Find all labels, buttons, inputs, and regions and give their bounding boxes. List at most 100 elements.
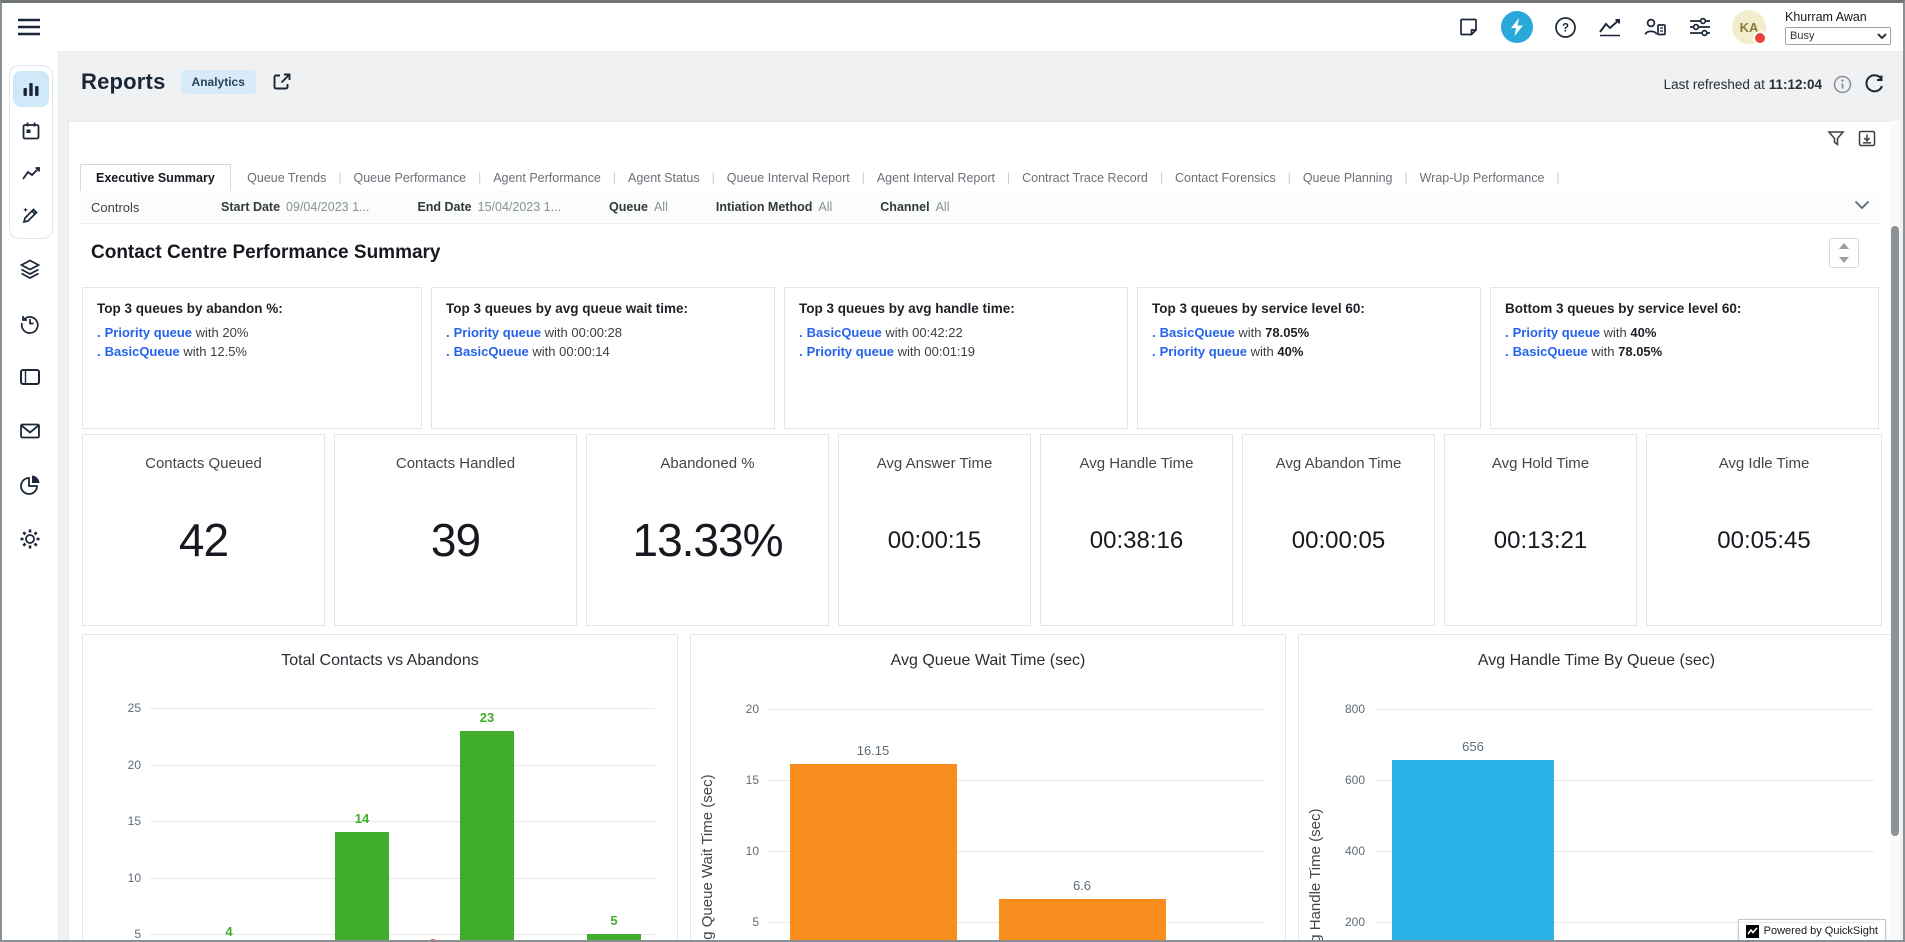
y-tick-label: 10 xyxy=(691,844,759,858)
tab-queue-planning[interactable]: Queue Planning xyxy=(1292,165,1404,191)
external-link-icon[interactable] xyxy=(271,71,293,93)
refresh-icon[interactable] xyxy=(1863,73,1885,95)
chart-title: Total Contacts vs Abandons xyxy=(83,652,677,670)
tab-agent-interval-report[interactable]: Agent Interval Report xyxy=(866,165,1006,191)
filter-funnel-icon[interactable] xyxy=(1827,130,1845,147)
bar-data-label: 14 xyxy=(322,811,402,826)
queue-link[interactable]: BasicQueue xyxy=(105,344,180,359)
controls-label: Controls xyxy=(91,200,221,215)
insight-connector: with xyxy=(1235,325,1265,340)
insight-connector: with xyxy=(1600,325,1630,340)
queue-link[interactable]: Priority queue xyxy=(454,325,541,340)
insight-card: Top 3 queues by abandon %:.Priority queu… xyxy=(82,287,422,429)
export-icon[interactable] xyxy=(1858,130,1876,147)
flash-insights-icon[interactable] xyxy=(1501,11,1533,43)
y-tick-label: 15 xyxy=(691,773,759,787)
sidebar-secondary-group xyxy=(9,251,51,557)
tab-queue-trends[interactable]: Queue Trends xyxy=(236,165,337,191)
sidebar-item-history[interactable] xyxy=(12,305,48,341)
kpi-value: 00:13:21 xyxy=(1445,527,1636,555)
kpi-card-avg-hold-time: Avg Hold Time 00:13:21 xyxy=(1444,434,1637,626)
insight-item: .Priority queue with 00:00:28 xyxy=(446,323,760,342)
sidebar-item-calendar[interactable] xyxy=(13,113,49,149)
queue-link[interactable]: BasicQueue xyxy=(1160,325,1235,340)
insight-card-title: Top 3 queues by service level 60: xyxy=(1152,301,1466,316)
sidebar-item-layers[interactable] xyxy=(12,251,48,287)
control-filter-value: All xyxy=(654,200,668,214)
queue-link[interactable]: BasicQueue xyxy=(454,344,529,359)
busy-status-dot xyxy=(1753,31,1767,45)
control-filter-intiation-method[interactable]: Intiation MethodAll xyxy=(716,200,832,214)
kpi-label: Abandoned % xyxy=(587,455,828,472)
calendar-icon xyxy=(21,121,41,141)
y-tick-label: 5 xyxy=(83,927,141,941)
spinner-up-icon[interactable] xyxy=(1830,239,1858,253)
tab-contact-forensics[interactable]: Contact Forensics xyxy=(1164,165,1287,191)
sidebar-item-settings[interactable] xyxy=(12,521,48,557)
last-refreshed-prefix: Last refreshed at xyxy=(1664,77,1765,92)
sidebar-item-metrics[interactable] xyxy=(13,155,49,191)
insight-connector: with xyxy=(1247,344,1277,359)
chart-bar[interactable] xyxy=(460,731,514,942)
filter-sliders-icon[interactable] xyxy=(1687,14,1713,40)
insight-value: 20% xyxy=(222,325,248,340)
tab-agent-performance[interactable]: Agent Performance xyxy=(482,165,612,191)
queue-link[interactable]: Priority queue xyxy=(105,325,192,340)
kpi-label: Avg Handle Time xyxy=(1041,455,1232,472)
controls-bar: Controls Start Date09/04/2023 1... End Da… xyxy=(80,191,1880,224)
tab-separator: | xyxy=(1555,170,1560,191)
chart-bar[interactable] xyxy=(1392,760,1554,942)
control-filter-end-date[interactable]: End Date15/04/2023 1... xyxy=(417,200,561,214)
y-tick-label: 20 xyxy=(691,702,759,716)
queue-link[interactable]: BasicQueue xyxy=(807,325,882,340)
insight-card-title: Top 3 queues by avg handle time: xyxy=(799,301,1113,316)
gridline xyxy=(150,878,655,879)
agents-icon[interactable] xyxy=(1642,14,1668,40)
bullet-dot: . xyxy=(799,344,803,359)
tab-queue-interval-report[interactable]: Queue Interval Report xyxy=(716,165,861,191)
kpi-label: Avg Hold Time xyxy=(1445,455,1636,472)
layers-icon xyxy=(19,258,41,280)
insight-value: 78.05% xyxy=(1265,325,1309,340)
status-select[interactable]: Busy xyxy=(1785,27,1891,45)
queue-link[interactable]: Priority queue xyxy=(807,344,894,359)
analytics-line-icon[interactable] xyxy=(1597,14,1623,40)
tab-agent-status[interactable]: Agent Status xyxy=(617,165,711,191)
queue-link[interactable]: Priority queue xyxy=(1160,344,1247,359)
sidebar-item-pie[interactable] xyxy=(12,467,48,503)
control-filter-value: All xyxy=(818,200,832,214)
tab-queue-performance[interactable]: Queue Performance xyxy=(343,165,478,191)
insight-value: 40% xyxy=(1630,325,1656,340)
queue-link[interactable]: BasicQueue xyxy=(1513,344,1588,359)
sidebar-item-mail[interactable] xyxy=(12,413,48,449)
spinner-down-icon[interactable] xyxy=(1830,253,1858,267)
sidebar-item-reports[interactable] xyxy=(13,71,49,107)
scrollbar-thumb[interactable] xyxy=(1891,226,1899,836)
user-avatar[interactable]: KA xyxy=(1732,10,1766,44)
control-filter-start-date[interactable]: Start Date09/04/2023 1... xyxy=(221,200,369,214)
vertical-scrollbar[interactable] xyxy=(1890,121,1900,940)
chart-bar[interactable] xyxy=(335,832,389,942)
hamburger-menu-icon[interactable] xyxy=(16,15,42,39)
page-header: Reports Analytics Last refreshed at 11:1… xyxy=(58,51,1891,121)
control-filter-queue[interactable]: QueueAll xyxy=(609,200,668,214)
help-icon[interactable]: ? xyxy=(1552,14,1578,40)
tab-contract-trace-record[interactable]: Contract Trace Record xyxy=(1011,165,1159,191)
compose-note-icon[interactable] xyxy=(1456,14,1482,40)
kpi-card-abandoned-: Abandoned %13.33% xyxy=(586,434,829,626)
y-tick-label: 600 xyxy=(1299,773,1365,787)
tab-wrap-up-performance[interactable]: Wrap-Up Performance xyxy=(1409,165,1556,191)
chart-bar[interactable] xyxy=(790,764,957,942)
tab-executive-summary[interactable]: Executive Summary xyxy=(80,164,231,192)
sidebar-item-design[interactable] xyxy=(13,197,49,233)
chart-bar[interactable] xyxy=(999,899,1166,942)
queue-link[interactable]: Priority queue xyxy=(1513,325,1600,340)
control-filter-channel[interactable]: ChannelAll xyxy=(880,200,949,214)
info-icon[interactable] xyxy=(1833,75,1852,94)
sidebar-item-workspace[interactable] xyxy=(12,359,48,395)
chart-bar[interactable] xyxy=(587,934,641,942)
chevron-down-icon[interactable] xyxy=(1854,200,1870,210)
control-filter-value: 09/04/2023 1... xyxy=(286,200,369,214)
kpi-value: 00:05:45 xyxy=(1647,527,1881,555)
window-icon xyxy=(19,367,41,387)
